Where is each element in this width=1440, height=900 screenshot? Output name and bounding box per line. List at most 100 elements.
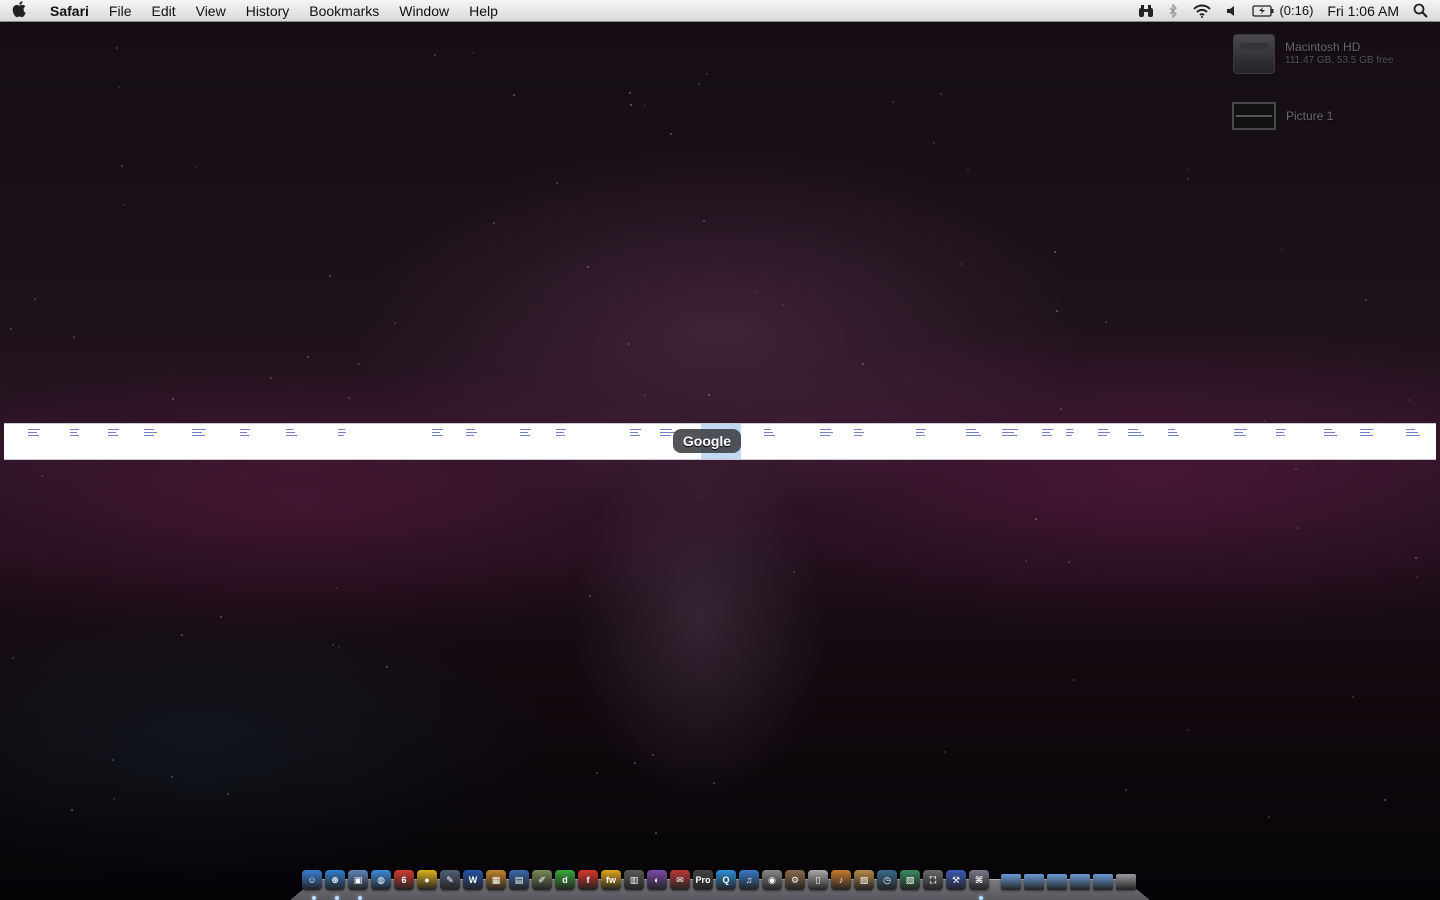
star: [1068, 561, 1070, 563]
clapper-icon[interactable]: ▤: [509, 870, 529, 890]
desktop-item-picture-1[interactable]: Picture 1: [1232, 102, 1333, 130]
spotlight-icon[interactable]: [1406, 0, 1440, 22]
dreamweaver-icon[interactable]: d: [555, 870, 575, 890]
star: [708, 394, 710, 396]
mail-icon[interactable]: ✉: [670, 870, 690, 890]
picture-file-icon: [1232, 102, 1276, 130]
star: [307, 356, 309, 358]
strip-text-fragment: [1168, 429, 1179, 439]
strip-text-fragment: [1234, 429, 1248, 439]
star: [394, 322, 396, 324]
screen-icon[interactable]: ⛶: [923, 870, 943, 890]
strip-text-fragment: [1360, 429, 1374, 439]
menubar-clock[interactable]: Fri 1:06 AM: [1320, 0, 1406, 22]
hard-drive-icon: [1233, 34, 1275, 74]
star: [270, 377, 272, 379]
colorsync-icon[interactable]: ◐: [647, 870, 667, 890]
apple-menu[interactable]: [0, 0, 40, 22]
ical-icon[interactable]: 6: [394, 870, 414, 890]
battery-status[interactable]: (0:16): [1245, 0, 1320, 22]
utility-icon[interactable]: ⚙: [785, 870, 805, 890]
textedit-icon[interactable]: ✐: [532, 870, 552, 890]
menu-edit[interactable]: Edit: [141, 0, 185, 22]
star: [634, 762, 636, 764]
star: [1105, 321, 1107, 323]
downloads-folder-icon[interactable]: [1047, 874, 1067, 890]
documents-folder-icon[interactable]: [1024, 874, 1044, 890]
xcode-icon[interactable]: ⚒: [946, 870, 966, 890]
menu-app-name[interactable]: Safari: [40, 0, 99, 22]
strip-text-fragment: [286, 429, 297, 439]
star: [12, 657, 14, 659]
star: [386, 666, 388, 668]
star: [434, 54, 436, 56]
star: [1416, 576, 1418, 578]
pro-icon[interactable]: Pro: [693, 870, 713, 890]
star: [195, 166, 197, 168]
volume-icon[interactable]: [1219, 0, 1245, 22]
star: [596, 772, 598, 774]
star: [1073, 679, 1075, 681]
applications-folder-icon[interactable]: [1001, 874, 1021, 890]
star: [1352, 696, 1354, 698]
trash-icon[interactable]: [1116, 874, 1136, 890]
finder-icon[interactable]: ☺: [302, 870, 322, 890]
star: [1187, 729, 1189, 731]
star: [706, 73, 708, 75]
folder-icon[interactable]: [1093, 874, 1113, 890]
quicktime-icon[interactable]: Q: [716, 870, 736, 890]
word-icon[interactable]: W: [463, 870, 483, 890]
menu-file[interactable]: File: [99, 0, 142, 22]
strip-text-fragment: [144, 429, 157, 439]
wifi-icon[interactable]: [1185, 0, 1219, 22]
preview-icon[interactable]: ▣: [348, 870, 368, 890]
garageband-icon[interactable]: ♪: [831, 870, 851, 890]
iphoto-icon[interactable]: ▨: [854, 870, 874, 890]
star: [1056, 310, 1058, 312]
itunes-icon[interactable]: ♫: [739, 870, 759, 890]
star: [628, 343, 630, 345]
star: [121, 165, 123, 167]
fireworks-icon[interactable]: fw: [601, 870, 621, 890]
star: [644, 104, 646, 106]
strip-text-fragment: [192, 429, 208, 439]
binoculars-icon[interactable]: [1131, 0, 1161, 22]
menu-window[interactable]: Window: [389, 0, 459, 22]
bluetooth-icon[interactable]: [1161, 0, 1185, 22]
mac-icon[interactable]: ⌘: [969, 870, 989, 890]
strip-text-fragment: [1276, 429, 1287, 439]
strip-text-fragment: [1324, 429, 1338, 439]
star: [1415, 557, 1417, 559]
star: [967, 169, 969, 171]
dvd-icon[interactable]: ◉: [762, 870, 782, 890]
dock: ☺ ⊕ ▣ ◍ 6 ● ✎ W ▦ ▤ ✐ d f fw ▥ ◐ ✉ Pro Q ♫ ◉ ⚙ ▯ ♪ ▨ ◷ ▧ ⛶ ⚒ ⌘: [290, 868, 1150, 900]
ichat-icon[interactable]: ◍: [371, 870, 391, 890]
photobooth-icon[interactable]: ▧: [900, 870, 920, 890]
strip-text-fragment: [240, 429, 250, 439]
home-folder-icon[interactable]: [1070, 874, 1090, 890]
film-icon[interactable]: ▥: [624, 870, 644, 890]
strip-text-fragment: [916, 429, 927, 439]
menu-view[interactable]: View: [186, 0, 236, 22]
flash-icon[interactable]: f: [578, 870, 598, 890]
strip-text-fragment: [1128, 429, 1144, 439]
star: [944, 751, 946, 753]
quill-icon[interactable]: ✎: [440, 870, 460, 890]
star: [892, 101, 894, 103]
star: [862, 363, 864, 365]
menu-bookmarks[interactable]: Bookmarks: [299, 0, 389, 22]
star: [652, 754, 654, 756]
menu-history[interactable]: History: [236, 0, 300, 22]
star: [1281, 249, 1283, 251]
adium-icon[interactable]: ●: [417, 870, 437, 890]
photo-icon[interactable]: ▦: [486, 870, 506, 890]
timemachine-icon[interactable]: ◷: [877, 870, 897, 890]
menu-help[interactable]: Help: [459, 0, 508, 22]
ipod-icon[interactable]: ▯: [808, 870, 828, 890]
strip-text-fragment: [466, 429, 477, 439]
safari-icon[interactable]: ⊕: [325, 870, 345, 890]
desktop-item-macintosh-hd[interactable]: Macintosh HD 111.47 GB, 53.5 GB free: [1233, 34, 1394, 74]
strip-text-fragment: [966, 429, 982, 439]
star: [1409, 399, 1411, 401]
desktop-item-name: Macintosh HD: [1285, 40, 1361, 54]
